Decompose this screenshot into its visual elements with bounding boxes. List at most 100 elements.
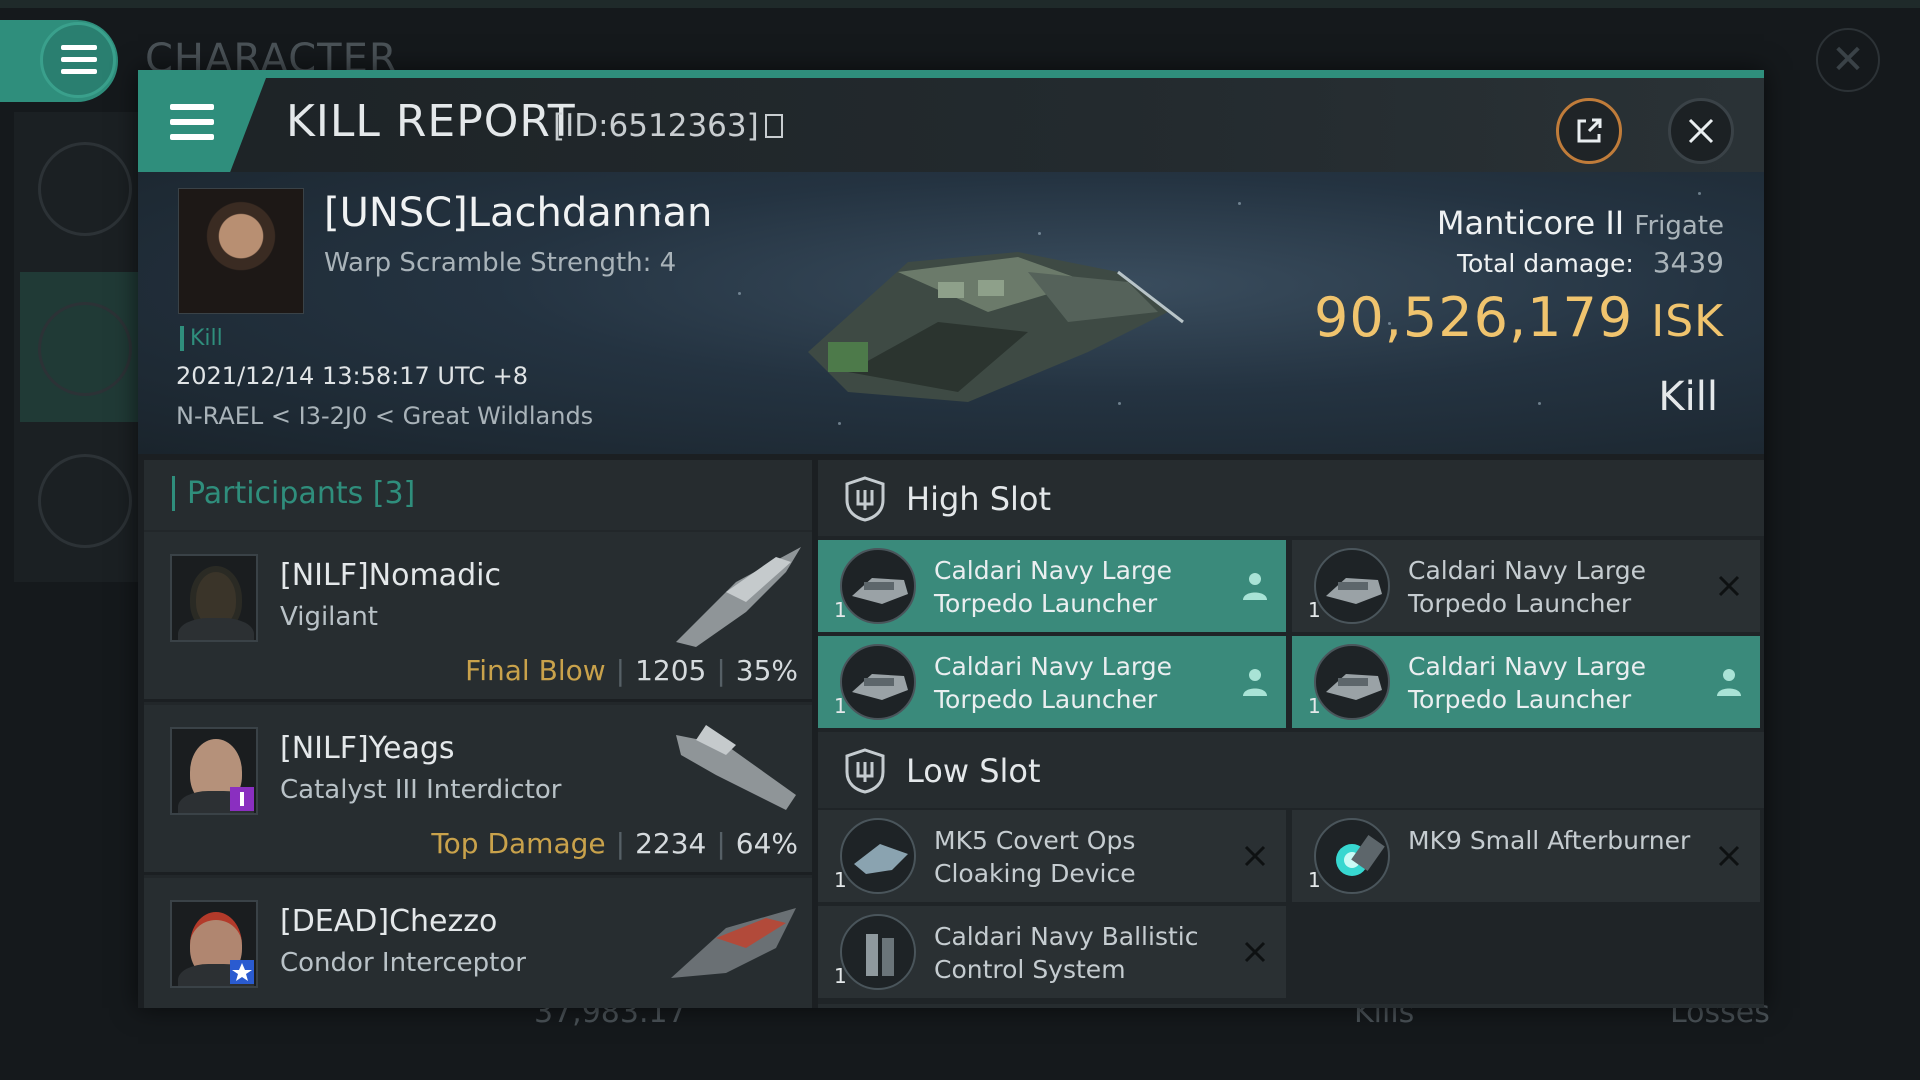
module-quantity: 1 — [834, 964, 847, 988]
victim-ship-name: Manticore II — [1436, 204, 1625, 242]
shield-slot-icon — [845, 748, 885, 794]
module-item[interactable]: 1 MK5 Covert Ops Cloaking Device — [818, 810, 1286, 902]
module-name: MK9 Small Afterburner — [1408, 826, 1691, 855]
avatar — [170, 554, 258, 642]
module-item[interactable]: 1 MK9 Small Afterburner — [1292, 810, 1760, 902]
module-quantity: 1 — [834, 694, 847, 718]
report-id: [ID:6512363] — [553, 108, 783, 144]
module-item[interactable]: 1 Caldari Navy Large Torpedo Launcher — [1292, 636, 1760, 728]
destroyed-x-icon — [1718, 845, 1740, 867]
participant-damage: 2234 — [635, 827, 707, 860]
destroyed-x-icon — [1244, 941, 1266, 963]
kill-tag: Kill — [180, 326, 223, 351]
participant-name: [NILF]Nomadic — [280, 558, 501, 593]
participant-ship-image — [676, 547, 801, 647]
module-quantity: 1 — [1308, 694, 1321, 718]
participant-name: [NILF]Yeags — [280, 731, 455, 766]
hamburger-icon — [61, 45, 97, 81]
torpedo-launcher-icon — [840, 548, 916, 624]
participant-percent: 64% — [735, 827, 798, 860]
alliance-badge-icon — [230, 960, 254, 984]
victim-warp-scramble: Warp Scramble Strength: 4 — [324, 248, 677, 278]
top-damage-tag: Top Damage — [431, 827, 606, 860]
close-icon — [1688, 118, 1714, 144]
module-quantity: 1 — [1308, 598, 1321, 622]
isk-unit: ISK — [1651, 296, 1724, 347]
module-item[interactable]: 1 Caldari Navy Large Torpedo Launcher — [818, 540, 1286, 632]
victim-name[interactable]: [UNSC]Lachdannan — [324, 190, 712, 236]
isk-value: 90,526,179 ISK — [1314, 286, 1724, 349]
low-slot-header: Low Slot — [818, 732, 1764, 808]
participant-damage: 1205 — [635, 654, 707, 687]
total-damage-value: 3439 — [1652, 246, 1724, 279]
participant-row[interactable]: [NILF]Nomadic Vigilant Final Blow | 1205 | 3… — [144, 532, 812, 702]
total-damage: Total damage: 3439 — [1457, 246, 1724, 279]
participant-stats: Final Blow | 1205 | 35% — [465, 654, 798, 687]
kill-datetime: 2021/12/14 13:58:17 UTC +8 — [176, 362, 528, 390]
module-name: Caldari Navy Ballistic Control System — [934, 922, 1199, 984]
module-item[interactable]: 1 Caldari Navy Large Torpedo Launcher — [818, 636, 1286, 728]
kill-result: Kill — [1658, 374, 1718, 420]
fittings-panel: High Slot 1 Caldari Navy Large Torpedo L… — [818, 460, 1764, 1008]
close-button[interactable] — [1668, 98, 1734, 164]
panel-accent-line — [138, 70, 1764, 78]
participants-header: Participants [3] — [144, 460, 812, 530]
copy-icon[interactable] — [764, 114, 783, 138]
panel-menu-button[interactable] — [138, 78, 266, 172]
share-icon — [1577, 118, 1602, 143]
participant-name: [DEAD]Chezzo — [280, 904, 498, 939]
module-item[interactable]: 1 Caldari Navy Ballistic Control System — [818, 906, 1286, 998]
participant-ship: Condor Interceptor — [280, 948, 526, 978]
participant-percent: 35% — [735, 654, 798, 687]
background-star-icon — [38, 454, 132, 548]
module-quantity: 1 — [1308, 868, 1321, 892]
afterburner-icon — [1314, 818, 1390, 894]
high-slot-header: High Slot — [818, 460, 1764, 536]
module-item[interactable]: 1 Caldari Navy Large Torpedo Launcher — [1292, 540, 1760, 632]
destroyed-x-icon — [1718, 575, 1740, 597]
module-name: Caldari Navy Large Torpedo Launcher — [1408, 652, 1646, 714]
kill-report-header: KILL REPORT [ID:6512363] — [138, 78, 1764, 172]
dropped-person-icon — [1717, 669, 1741, 696]
module-name: Caldari Navy Large Torpedo Launcher — [934, 556, 1172, 618]
participant-stats: Top Damage | 2234 | 64% — [431, 827, 798, 860]
main-menu-button[interactable] — [40, 22, 116, 98]
avatar — [170, 900, 258, 988]
shield-slot-icon — [845, 476, 885, 522]
avatar — [170, 727, 258, 815]
module-quantity: 1 — [834, 598, 847, 622]
background-swords-icon — [38, 302, 132, 396]
participant-row[interactable]: [DEAD]Chezzo Condor Interceptor — [144, 878, 812, 1008]
report-id-text: [ID:6512363] — [553, 108, 759, 144]
destroyed-x-icon — [1244, 845, 1266, 867]
cloaking-device-icon — [840, 818, 916, 894]
background-top-bar — [0, 0, 1920, 8]
module-name: Caldari Navy Large Torpedo Launcher — [934, 652, 1172, 714]
high-slot-title: High Slot — [906, 480, 1052, 518]
final-blow-tag: Final Blow — [465, 654, 606, 687]
victim-ship-image[interactable] — [788, 202, 1188, 422]
torpedo-launcher-icon — [1314, 548, 1390, 624]
participants-title: Participants [3] — [172, 476, 415, 511]
victim-portrait[interactable] — [178, 188, 304, 314]
background-list-icon — [38, 142, 132, 236]
kill-location[interactable]: N-RAEL < I3-2J0 < Great Wildlands — [176, 402, 593, 430]
isk-amount: 90,526,179 — [1314, 286, 1634, 349]
ballistic-control-icon — [840, 914, 916, 990]
module-quantity: 1 — [834, 868, 847, 892]
share-button[interactable] — [1556, 98, 1622, 164]
participant-ship: Vigilant — [280, 602, 378, 632]
total-damage-label: Total damage: — [1456, 249, 1634, 278]
victim-ship[interactable]: Manticore II Frigate — [1437, 204, 1724, 242]
participants-list: Participants [3] [NILF]Nomadic Vigilant … — [144, 460, 812, 1008]
participant-ship: Catalyst III Interdictor — [280, 775, 562, 805]
alliance-badge-icon — [230, 787, 254, 811]
participant-row[interactable]: [NILF]Yeags Catalyst III Interdictor Top… — [144, 705, 812, 875]
participant-ship-image — [671, 908, 796, 978]
background-close-icon: ✕ — [1816, 28, 1880, 92]
avatar-body — [178, 618, 254, 640]
torpedo-launcher-icon — [1314, 644, 1390, 720]
torpedo-launcher-icon — [840, 644, 916, 720]
hamburger-icon — [170, 104, 214, 149]
victim-ship-class: Frigate — [1634, 211, 1724, 241]
